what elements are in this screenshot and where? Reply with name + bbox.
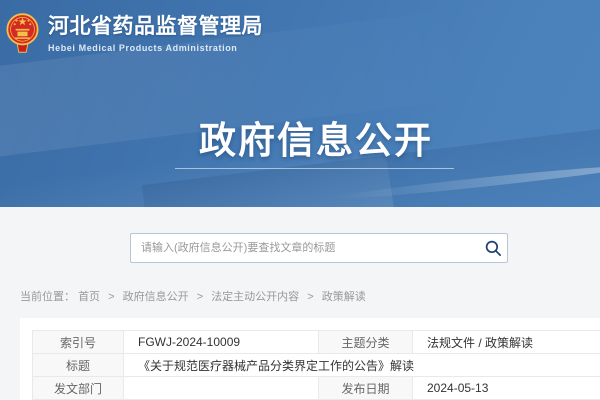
site-title-block: 河北省药品监督管理局 Hebei Medical Products Admini… <box>48 11 263 53</box>
breadcrumb-separator: > <box>197 291 203 303</box>
document-info-table: 索引号 FGWJ-2024-10009 主题分类 法规文件 / 政策解读 标题 … <box>32 330 600 400</box>
index-number-value: FGWJ-2024-10009 <box>124 331 319 354</box>
table-row: 标题 《关于规范医疗器械产品分类界定工作的公告》解读 <box>33 354 600 377</box>
search-button[interactable] <box>479 234 507 262</box>
search-box <box>130 233 508 263</box>
page: 河北省药品监督管理局 Hebei Medical Products Admini… <box>0 0 600 400</box>
page-title: 政府信息公开 <box>0 110 600 164</box>
subject-category-label: 主题分类 <box>319 331 413 354</box>
breadcrumb-item-home[interactable]: 首页 <box>78 291 100 303</box>
issuing-department-value <box>124 377 319 400</box>
breadcrumb: 当前位置： 首页 > 政府信息公开 > 法定主动公开内容 > 政策解读 <box>20 288 366 304</box>
site-subtitle: Hebei Medical Products Administration <box>48 43 263 53</box>
issuing-department-label: 发文部门 <box>33 377 124 400</box>
breadcrumb-item-statutory-disclosure[interactable]: 法定主动公开内容 <box>211 291 299 303</box>
breadcrumb-item-policy-interpretation: 政策解读 <box>322 291 366 303</box>
table-row: 索引号 FGWJ-2024-10009 主题分类 法规文件 / 政策解读 <box>33 331 600 354</box>
publish-date-value: 2024-05-13 <box>413 377 600 400</box>
site-title: 河北省药品监督管理局 <box>48 15 263 39</box>
breadcrumb-separator: > <box>108 291 114 303</box>
search-input[interactable] <box>131 234 479 262</box>
title-divider <box>175 168 454 169</box>
index-number-label: 索引号 <box>33 331 124 354</box>
breadcrumb-prefix: 当前位置： <box>20 291 75 303</box>
breadcrumb-item-gov-info[interactable]: 政府信息公开 <box>123 291 189 303</box>
document-title-value: 《关于规范医疗器械产品分类界定工作的公告》解读 <box>124 354 600 377</box>
table-row: 发文部门 发布日期 2024-05-13 <box>33 377 600 400</box>
hero-banner: 河北省药品监督管理局 Hebei Medical Products Admini… <box>0 0 600 207</box>
national-emblem-icon <box>6 11 39 55</box>
search-icon <box>485 240 502 257</box>
breadcrumb-separator: > <box>307 291 313 303</box>
site-logo[interactable]: 河北省药品监督管理局 Hebei Medical Products Admini… <box>6 11 263 55</box>
subject-category-value: 法规文件 / 政策解读 <box>413 331 600 354</box>
publish-date-label: 发布日期 <box>319 377 413 400</box>
document-title-label: 标题 <box>33 354 124 377</box>
